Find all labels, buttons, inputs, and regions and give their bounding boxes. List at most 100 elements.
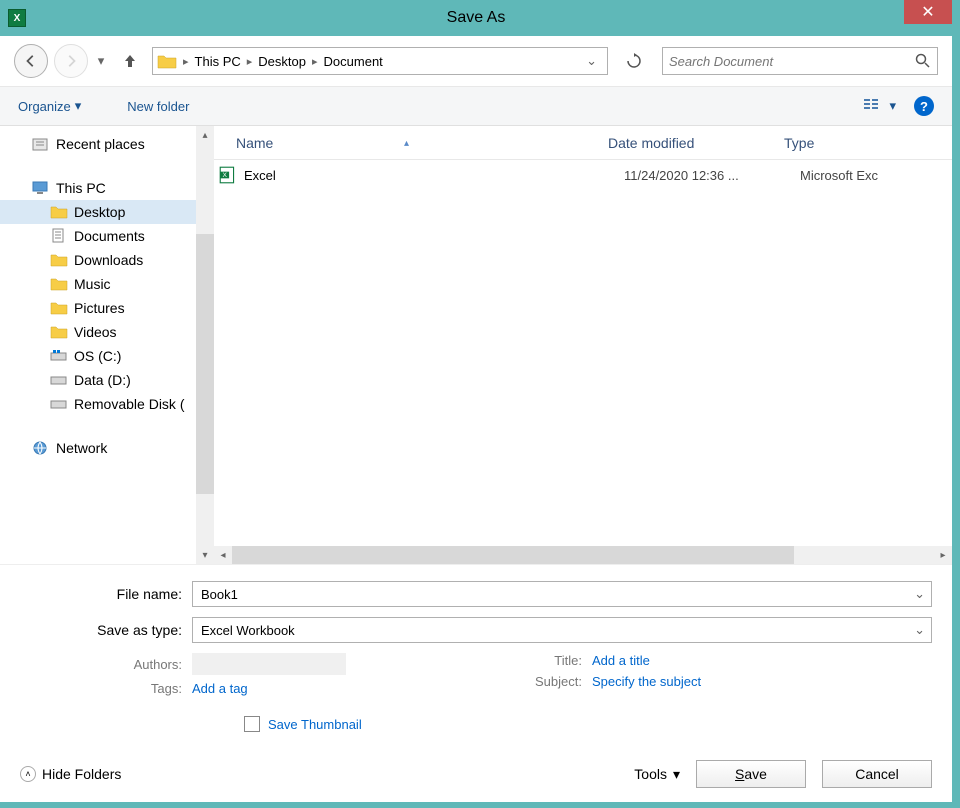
tools-button[interactable]: Tools ▾ (634, 766, 680, 783)
breadcrumb-dropdown[interactable]: ⌄ (580, 53, 603, 69)
column-header-name[interactable]: Name ▴ (214, 135, 608, 151)
tree-label: Music (74, 276, 111, 292)
tree-item-data-d[interactable]: Data (D:) (0, 368, 214, 392)
file-type: Microsoft Exc (800, 168, 952, 183)
horizontal-scrollbar[interactable]: ◂ ▸ (214, 546, 952, 564)
up-button[interactable] (118, 49, 142, 73)
tree-item-network[interactable]: Network (0, 436, 214, 460)
subject-input[interactable]: Specify the subject (592, 674, 701, 689)
folder-icon (157, 52, 177, 70)
authors-input[interactable] (192, 653, 346, 675)
tree-label: Desktop (74, 204, 125, 220)
recent-places-icon (32, 136, 50, 152)
tree-item-removable[interactable]: Removable Disk ( (0, 392, 214, 416)
column-label: Name (236, 135, 273, 151)
tree-item-music[interactable]: Music (0, 272, 214, 296)
titlebar: X Save As ✕ (0, 0, 952, 36)
chevron-down-icon: ▾ (673, 766, 680, 783)
title-input[interactable]: Add a title (592, 653, 650, 668)
recent-locations-dropdown[interactable]: ▾ (94, 53, 108, 69)
scroll-down-icon[interactable]: ▾ (196, 546, 214, 564)
subject-label: Subject: (506, 674, 592, 689)
scroll-up-icon[interactable]: ▴ (196, 126, 214, 144)
breadcrumb[interactable]: ▸ This PC ▸ Desktop ▸ Document ⌄ (152, 47, 608, 75)
scroll-thumb[interactable] (196, 234, 214, 494)
search-icon[interactable] (915, 53, 931, 69)
hide-folders-button[interactable]: ˄ Hide Folders (20, 766, 121, 782)
button-row: ˄ Hide Folders Tools ▾ Save Cancel (0, 746, 952, 802)
tree-item-downloads[interactable]: Downloads (0, 248, 214, 272)
tree-item-pictures[interactable]: Pictures (0, 296, 214, 320)
toolbar: Organize ▾ New folder ▾ ? (0, 86, 952, 126)
savetype-select[interactable]: Excel Workbook ⌄ (192, 617, 932, 643)
breadcrumb-seg-document[interactable]: Document (320, 54, 387, 69)
chevron-down-icon: ▾ (889, 98, 896, 114)
cancel-button[interactable]: Cancel (822, 760, 932, 788)
tree-label: Recent places (56, 136, 145, 152)
tree-item-recent-places[interactable]: Recent places (0, 132, 214, 156)
save-thumbnail-checkbox[interactable] (244, 716, 260, 732)
window-title: Save As (447, 9, 506, 27)
back-button[interactable] (14, 44, 48, 78)
tree-scrollbar[interactable]: ▴ ▾ (196, 126, 214, 564)
tree-label: OS (C:) (74, 348, 121, 364)
tags-input[interactable]: Add a tag (192, 681, 248, 696)
tags-label: Tags: (20, 681, 192, 696)
tree-item-videos[interactable]: Videos (0, 320, 214, 344)
forward-button[interactable] (54, 44, 88, 78)
breadcrumb-seg-thispc[interactable]: This PC (191, 54, 245, 69)
help-button[interactable]: ? (914, 96, 934, 116)
tree-item-this-pc[interactable]: This PC (0, 176, 214, 200)
file-name: Excel (244, 168, 624, 183)
network-icon (32, 440, 50, 456)
organize-label: Organize (18, 99, 71, 114)
filename-input[interactable]: Book1 ⌄ (192, 581, 932, 607)
navigation-row: ▾ ▸ This PC ▸ Desktop ▸ Document ⌄ (0, 36, 952, 86)
hide-folders-label: Hide Folders (42, 766, 121, 782)
search-box[interactable] (662, 47, 938, 75)
tree-label: Removable Disk ( (74, 396, 184, 412)
tree-item-os-c[interactable]: OS (C:) (0, 344, 214, 368)
tree-label: Documents (74, 228, 145, 244)
scroll-thumb[interactable] (232, 546, 794, 564)
organize-button[interactable]: Organize ▾ (18, 98, 81, 114)
drive-icon (50, 348, 68, 364)
excel-app-icon: X (8, 9, 26, 27)
tree-item-desktop[interactable]: Desktop (0, 200, 214, 224)
chevron-down-icon: ▾ (75, 98, 82, 114)
title-label: Title: (506, 653, 592, 668)
folder-icon (50, 276, 68, 292)
scroll-right-icon[interactable]: ▸ (934, 546, 952, 564)
new-folder-button[interactable]: New folder (127, 99, 189, 114)
close-button[interactable]: ✕ (904, 0, 952, 24)
filename-label: File name: (20, 586, 192, 602)
chevron-up-icon: ˄ (20, 766, 36, 782)
column-header-type[interactable]: Type (784, 135, 952, 151)
breadcrumb-sep-icon: ▸ (247, 55, 253, 68)
refresh-button[interactable] (620, 47, 648, 75)
tools-label: Tools (634, 766, 667, 782)
search-input[interactable] (669, 54, 915, 69)
chevron-down-icon[interactable]: ⌄ (914, 586, 925, 602)
chevron-down-icon[interactable]: ⌄ (914, 622, 925, 638)
svg-text:X: X (222, 172, 227, 179)
file-list: X Excel 11/24/2020 12:36 ... Microsoft E… (214, 160, 952, 546)
folder-icon (50, 204, 68, 220)
tree-item-documents[interactable]: Documents (0, 224, 214, 248)
breadcrumb-seg-desktop[interactable]: Desktop (254, 54, 310, 69)
save-button[interactable]: Save (696, 760, 806, 788)
computer-icon (32, 180, 50, 196)
back-arrow-icon (24, 54, 38, 68)
file-row[interactable]: X Excel 11/24/2020 12:36 ... Microsoft E… (214, 160, 952, 190)
tree-label: Videos (74, 324, 117, 340)
view-options-button[interactable]: ▾ (863, 97, 896, 115)
column-header-date[interactable]: Date modified (608, 135, 784, 151)
file-list-header: Name ▴ Date modified Type (214, 126, 952, 160)
scroll-left-icon[interactable]: ◂ (214, 546, 232, 564)
folder-icon (50, 324, 68, 340)
refresh-icon (626, 53, 642, 69)
folder-tree: Recent places This PC Desktop Documents (0, 126, 214, 564)
tree-label: This PC (56, 180, 106, 196)
file-list-area: Name ▴ Date modified Type X Excel 11/24/… (214, 126, 952, 564)
tree-label: Pictures (74, 300, 125, 316)
